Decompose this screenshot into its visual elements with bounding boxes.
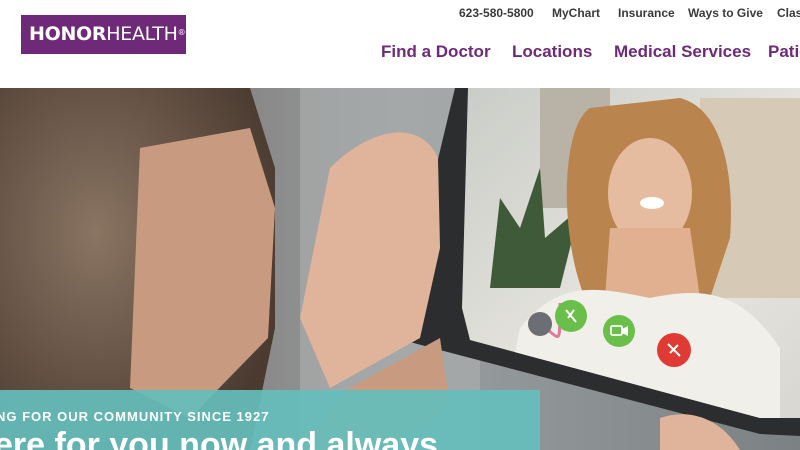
- nav-locations[interactable]: Locations: [512, 42, 592, 62]
- hero-banner: NG FOR OUR COMMUNITY SINCE 1927 ere for …: [0, 390, 540, 450]
- nav-find-a-doctor[interactable]: Find a Doctor: [381, 42, 491, 62]
- video-icon[interactable]: [603, 315, 635, 347]
- end-call-icon[interactable]: [657, 333, 691, 367]
- mic-off-icon[interactable]: [555, 300, 587, 332]
- registered-mark: ®: [177, 28, 186, 37]
- logo-text-health: HEALTH: [106, 23, 178, 45]
- classes-link[interactable]: Class: [777, 6, 800, 20]
- hero-tagline: NG FOR OUR COMMUNITY SINCE 1927: [0, 409, 270, 424]
- site-header: HONORHEALTH® 623-580-5800 MyChart Insura…: [0, 0, 800, 88]
- nav-medical-services[interactable]: Medical Services: [614, 42, 751, 62]
- hero-section: NG FOR OUR COMMUNITY SINCE 1927 ere for …: [0, 88, 800, 450]
- honorhealth-logo[interactable]: HONORHEALTH®: [21, 15, 186, 54]
- mychart-link[interactable]: MyChart: [552, 6, 600, 20]
- logo-text-honor: HONOR: [29, 23, 107, 45]
- ways-to-give-link[interactable]: Ways to Give: [688, 6, 763, 20]
- insurance-link[interactable]: Insurance: [618, 6, 675, 20]
- nav-patients[interactable]: Patie: [768, 42, 800, 62]
- phone-link[interactable]: 623-580-5800: [459, 6, 534, 20]
- hero-headline: ere for you now and always: [0, 426, 439, 450]
